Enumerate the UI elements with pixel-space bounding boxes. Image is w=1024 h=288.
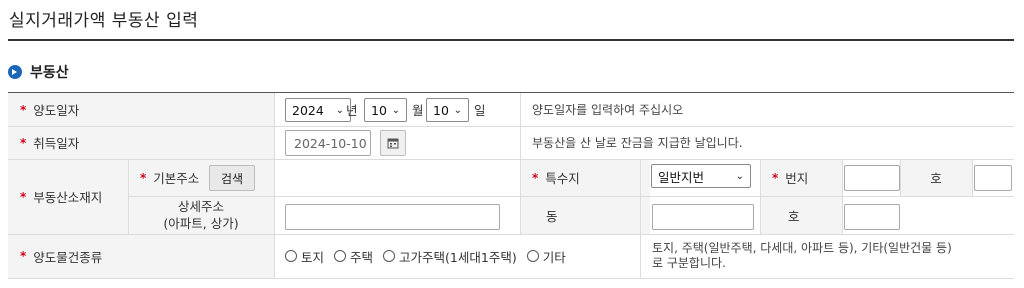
special-select-value: 일반지번 <box>658 169 705 185</box>
transfer-day-select[interactable]: 10 ⌄ <box>426 98 469 122</box>
acquire-date-value: 2024-10-10 <box>294 135 367 151</box>
radio-land[interactable]: 토지 <box>285 247 324 266</box>
required-marker: * <box>140 170 147 185</box>
detail-address-label-text: 상세주소 <box>177 199 224 214</box>
day-unit: 일 <box>474 103 486 118</box>
property-type-radio-group: 토지 주택 고가주택(1세대1주택) 기타 <box>285 234 576 278</box>
special-label: * 특수지 <box>532 159 580 196</box>
chevron-down-icon: ⌄ <box>735 170 744 182</box>
bunji-input[interactable] <box>844 165 900 191</box>
row-divider <box>8 278 1014 279</box>
section-title: 부동산 <box>30 65 69 81</box>
radio-house-label: 주택 <box>350 249 374 265</box>
col-divider <box>640 159 641 279</box>
detail-address-sub-text: (아파트, 상가) <box>163 216 239 231</box>
radio-other[interactable]: 기타 <box>526 247 566 266</box>
section-header: 부동산 <box>8 62 69 82</box>
transfer-day-value: 10 <box>433 102 449 118</box>
location-label: * 부동산소재지 <box>20 159 102 234</box>
chevron-down-icon: ⌄ <box>335 104 344 116</box>
transfer-month-value: 10 <box>371 102 387 118</box>
property-type-note-line2: 로 구분합니다. <box>652 256 726 270</box>
radio-circle-icon <box>526 250 539 262</box>
ho-input[interactable] <box>974 165 1012 191</box>
col-divider <box>274 93 275 279</box>
detail-address-input[interactable] <box>285 204 500 230</box>
radio-other-label: 기타 <box>542 249 566 265</box>
transfer-date-label: * 양도일자 <box>20 93 79 126</box>
ho-label: 호 <box>930 171 942 186</box>
dong-label: 동 <box>546 208 558 224</box>
detail-address-label: 상세주소 (아파트, 상가) <box>128 196 274 234</box>
row-divider <box>8 126 1014 127</box>
radio-luxury-house[interactable]: 고가주택(1세대1주택) <box>383 247 517 266</box>
special-select[interactable]: 일반지번 ⌄ <box>651 164 751 188</box>
acquire-date-label: * 취득일자 <box>20 126 79 159</box>
year-unit: 년 <box>346 103 358 118</box>
transfer-date-label-text: 양도일자 <box>33 103 80 118</box>
location-label-text: 부동산소재지 <box>33 190 103 205</box>
transfer-year-value: 2024 <box>292 102 324 118</box>
property-type-note: 토지, 주택(일반주택, 다세대, 아파트 등), 기타(일반건물 등) 로 구… <box>652 234 952 278</box>
property-type-label-text: 양도물건종류 <box>33 249 103 265</box>
basic-address-label-text: 기본주소 <box>153 171 200 186</box>
chevron-down-icon: ⌄ <box>391 104 400 116</box>
dong-input[interactable] <box>652 204 754 230</box>
special-label-text: 특수지 <box>545 171 580 186</box>
property-type-note-line1: 토지, 주택(일반주택, 다세대, 아파트 등), 기타(일반건물 등) <box>652 241 952 255</box>
radio-circle-icon <box>285 250 297 262</box>
radio-house[interactable]: 주택 <box>334 247 373 266</box>
required-marker: * <box>20 135 27 150</box>
title-divider <box>8 39 1014 41</box>
transfer-month-select[interactable]: 10 ⌄ <box>364 98 407 122</box>
address-search-button[interactable]: 검색 <box>209 165 255 191</box>
radio-land-label: 토지 <box>301 249 325 265</box>
col-divider <box>520 93 521 234</box>
radio-circle-icon <box>334 250 347 262</box>
required-marker: * <box>20 102 27 117</box>
basic-address-label: * 기본주소 <box>140 159 199 196</box>
required-marker: * <box>20 249 27 263</box>
acquire-date-input[interactable]: 2024-10-10 <box>285 130 371 156</box>
chevron-down-icon: ⌄ <box>453 104 462 116</box>
required-marker: * <box>772 170 779 185</box>
property-form-table: * 양도일자 2024 ⌄ 년 10 ⌄ 월 10 ⌄ 일 양도일자를 입력하여… <box>8 92 1014 279</box>
radio-circle-icon <box>383 250 396 262</box>
acquire-date-note: 부동산을 산 날로 잔금을 지급한 날입니다. <box>532 136 743 150</box>
ho2-label: 호 <box>788 208 800 224</box>
bunji-label: * 번지 <box>772 159 808 196</box>
page-title: 실지거래가액 부동산 입력 <box>9 11 199 31</box>
col-divider <box>760 159 761 234</box>
acquire-date-label-text: 취득일자 <box>33 136 80 151</box>
ho2-input[interactable] <box>844 204 900 230</box>
arrow-circle-icon <box>8 65 22 79</box>
col-divider <box>972 159 973 196</box>
required-marker: * <box>20 189 27 204</box>
property-type-label: * 양도물건종류 <box>20 234 102 278</box>
radio-luxury-house-label: 고가주택(1세대1주택) <box>399 249 517 265</box>
transfer-year-select[interactable]: 2024 ⌄ <box>285 98 351 122</box>
required-marker: * <box>532 170 539 185</box>
calendar-icon <box>387 138 399 149</box>
calendar-button[interactable] <box>380 130 406 156</box>
bunji-label-text: 번지 <box>785 171 809 186</box>
col-divider <box>842 159 843 234</box>
month-unit: 월 <box>412 103 424 118</box>
transfer-date-note: 양도일자를 입력하여 주십시오 <box>532 103 684 117</box>
